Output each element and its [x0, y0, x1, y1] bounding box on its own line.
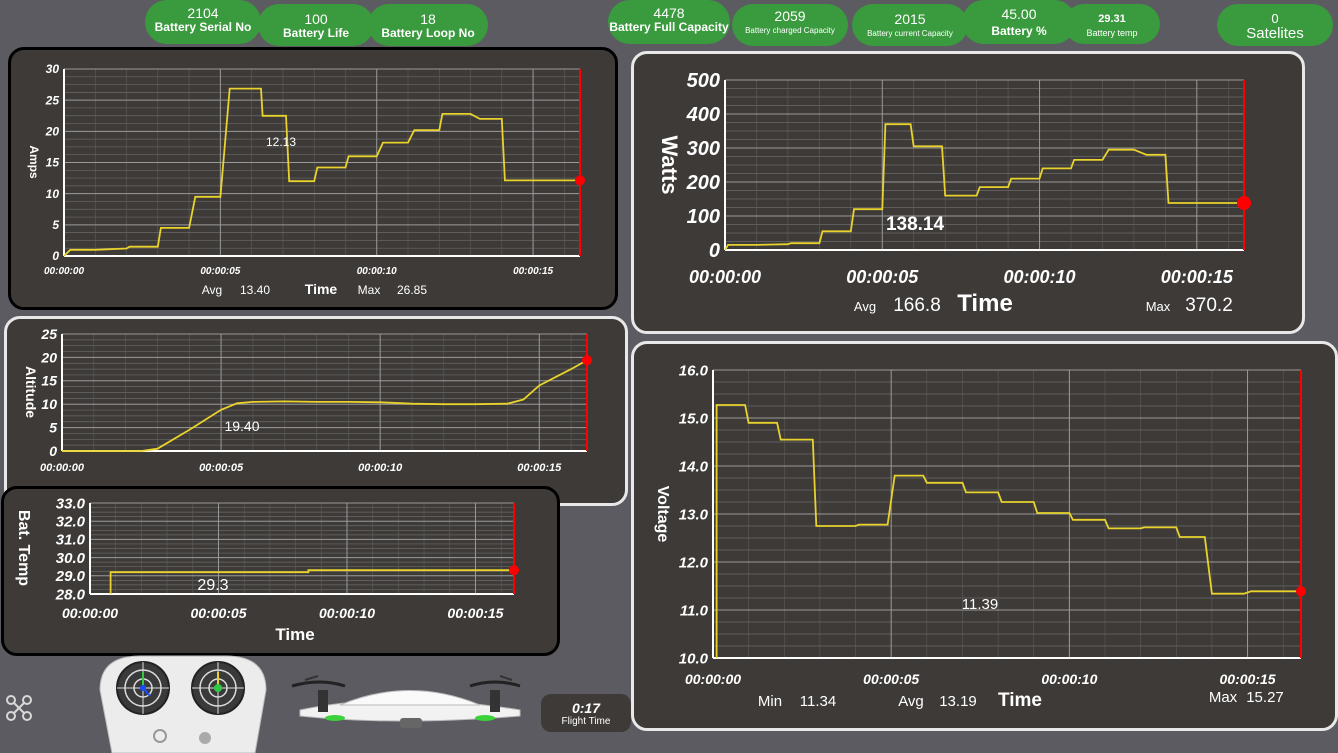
altitude-ylabel: Altitude — [23, 366, 39, 418]
voltage-min-label: Min — [758, 693, 782, 710]
bat_temp-xlabel: Time — [275, 625, 314, 644]
bat_temp-series-line — [109, 569, 514, 594]
voltage-ytick-label: 16.0 — [679, 362, 709, 379]
flight-time-value: 0:17 — [571, 700, 601, 716]
voltage-max-label: Max — [1209, 689, 1238, 706]
voltage-xtick-label: 00:00:10 — [1041, 671, 1097, 687]
voltage-ytick-label: 11.0 — [680, 602, 709, 619]
altitude-ytick-label: 25 — [40, 326, 57, 342]
watts-xtick-label: 00:00:00 — [689, 267, 761, 287]
watts-ytick-label: 500 — [687, 70, 720, 92]
flight-time-label: Flight Time — [561, 716, 611, 727]
voltage-avg-value: 13.19 — [939, 693, 977, 710]
altitude-ytick-label: 0 — [49, 443, 57, 459]
amps-xlabel: Time — [305, 281, 338, 297]
flight-time-box: 0:17 Flight Time — [541, 694, 631, 732]
altitude-current-marker — [582, 355, 592, 366]
voltage-ytick-label: 12.0 — [679, 554, 709, 571]
watts-ytick-label: 100 — [687, 206, 720, 228]
watts-xtick-label: 00:00:15 — [1161, 267, 1234, 287]
bat_temp-ytick-label: 30.0 — [56, 550, 86, 567]
amps-ytick-label: 0 — [52, 249, 59, 263]
amps-ytick-label: 15 — [46, 156, 60, 170]
voltage-xlabel: Time — [998, 690, 1042, 711]
watts-xtick-label: 00:00:05 — [846, 267, 919, 287]
watts-ytick-label: 400 — [686, 104, 720, 126]
altitude-xtick-label: 00:00:10 — [358, 462, 403, 474]
voltage-xtick-label: 00:00:15 — [1220, 671, 1276, 687]
amps-ylabel: Amps — [27, 145, 41, 179]
voltage-avg-label: Avg — [898, 693, 924, 710]
voltage-ytick-label: 15.0 — [679, 410, 709, 427]
bat_temp-current-marker — [509, 565, 519, 576]
watts-current-marker — [1237, 196, 1251, 211]
watts-max-value: 370.2 — [1185, 295, 1233, 316]
bat_temp-xtick-label: 00:00:00 — [62, 605, 118, 621]
altitude-ytick-label: 5 — [49, 420, 57, 436]
voltage-xtick-label: 00:00:00 — [685, 671, 741, 687]
bat_temp-xtick-label: 00:00:15 — [447, 605, 503, 621]
watts-avg-label: Avg — [854, 299, 876, 314]
amps-xtick-label: 00:00:05 — [200, 266, 240, 277]
watts-ytick-label: 200 — [686, 172, 720, 194]
bat_temp-ytick-label: 33.0 — [56, 495, 86, 512]
voltage-max-value: 15.27 — [1246, 689, 1284, 706]
watts-xlabel: Time — [957, 290, 1013, 317]
amps-current-value: 12.13 — [266, 135, 296, 149]
watts-ytick-label: 0 — [709, 240, 720, 262]
altitude-ytick-label: 20 — [40, 349, 57, 365]
altitude-ytick-label: 15 — [41, 373, 57, 389]
altitude-xtick-label: 00:00:15 — [517, 462, 562, 474]
altitude-ytick-label: 10 — [41, 396, 57, 412]
amps-ytick-label: 25 — [45, 93, 60, 107]
altitude-xtick-label: 00:00:00 — [40, 462, 85, 474]
amps-max-value: 26.85 — [397, 283, 427, 297]
watts-ytick-label: 300 — [687, 138, 720, 160]
voltage-current-marker — [1296, 586, 1306, 597]
voltage-ylabel: Voltage — [654, 486, 671, 543]
bat_temp-ylabel: Bat. Temp — [15, 510, 32, 586]
voltage-xtick-label: 00:00:05 — [863, 671, 919, 687]
watts-series-line — [724, 123, 1244, 251]
bat_temp-current-value: 29.3 — [197, 577, 228, 594]
telemetry-charts: 0 5 10 15 20 25 30 00:00:00 00:00:05 00:00:10 00:0… — [15, 62, 1306, 711]
amps-current-marker — [575, 175, 585, 186]
altitude-xtick-label: 00:00:05 — [199, 462, 244, 474]
bat_temp-ytick-label: 31.0 — [56, 532, 86, 549]
watts-ylabel: Watts — [657, 135, 682, 194]
amps-avg-value: 13.40 — [240, 283, 270, 297]
amps-max-label: Max — [358, 283, 381, 297]
altitude-current-value: 19.40 — [224, 418, 259, 434]
amps-ytick-label: 20 — [45, 125, 60, 139]
voltage-series-line — [715, 404, 1301, 658]
amps-xtick-label: 00:00:10 — [357, 266, 397, 277]
amps-ytick-label: 30 — [46, 62, 60, 76]
amps-xtick-label: 00:00:00 — [44, 266, 84, 277]
amps-series-line — [63, 87, 580, 257]
altitude-series-line — [62, 359, 588, 452]
watts-max-label: Max — [1146, 299, 1171, 314]
voltage-ytick-label: 13.0 — [679, 506, 709, 523]
voltage-current-value: 11.39 — [962, 596, 998, 613]
bat_temp-ytick-label: 29.0 — [55, 568, 86, 585]
bat_temp-ytick-label: 28.0 — [55, 586, 86, 603]
watts-avg-value: 166.8 — [893, 295, 941, 316]
watts-xtick-label: 00:00:10 — [1004, 267, 1076, 287]
amps-ytick-label: 10 — [46, 187, 60, 201]
voltage-ytick-label: 10.0 — [679, 650, 709, 667]
bat_temp-xtick-label: 00:00:05 — [190, 605, 246, 621]
bat_temp-xtick-label: 00:00:10 — [319, 605, 375, 621]
amps-avg-label: Avg — [202, 283, 222, 297]
voltage-ytick-label: 14.0 — [679, 458, 709, 475]
amps-xtick-label: 00:00:15 — [513, 266, 553, 277]
voltage-min-value: 11.34 — [800, 693, 836, 710]
bat_temp-ytick-label: 32.0 — [56, 513, 86, 530]
amps-ytick-label: 5 — [52, 218, 59, 232]
watts-current-value: 138.14 — [886, 214, 945, 235]
